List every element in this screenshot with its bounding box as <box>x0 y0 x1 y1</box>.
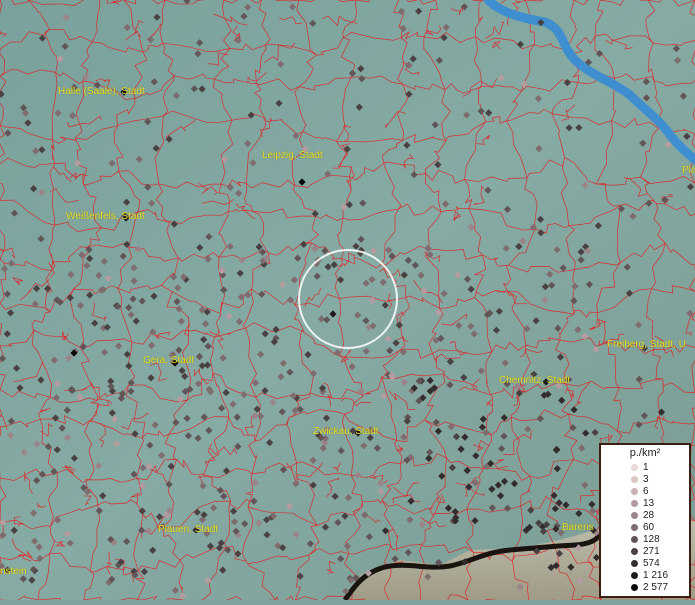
legend-item: 2 577 <box>601 582 689 594</box>
legend-label: 13 <box>643 498 655 509</box>
city-label-nstein: nstein <box>0 566 27 577</box>
city-label-chemnitz: Chemnitz, Stadt <box>499 375 571 386</box>
legend-swatch-icon <box>631 464 638 471</box>
city-label-leipzig: Leipzig, Stadt <box>262 150 323 161</box>
map[interactable]: Halle (Saale), Stadt Leipzig, Stadt Weiß… <box>0 0 695 605</box>
city-label-zwickau: Zwickau, Stadt <box>313 426 379 437</box>
legend-label: 271 <box>643 546 660 557</box>
legend-label: 128 <box>643 534 660 545</box>
legend-label: 28 <box>643 510 655 521</box>
legend-title: p./km² <box>629 447 661 459</box>
legend-label: 6 <box>643 486 649 497</box>
city-label-gera: Gera, Stadt <box>143 355 195 366</box>
legend-swatch-icon <box>631 512 638 519</box>
legend-item: 1 216 <box>601 570 689 582</box>
city-label-pla: Pla <box>682 165 695 176</box>
legend-swatch-icon <box>631 488 638 495</box>
legend-swatch-icon <box>631 584 638 591</box>
legend-items: 1 3 6 13 28 60 128 271 574 1 216 2 577 <box>601 462 689 594</box>
legend-swatch-icon <box>631 548 638 555</box>
density-legend: p./km² 1 3 6 13 28 60 128 271 574 1 216 2 577 <box>599 443 691 598</box>
legend-item: 28 <box>601 510 689 522</box>
legend-swatch-icon <box>631 572 638 579</box>
legend-label: 60 <box>643 522 655 533</box>
legend-item: 6 <box>601 486 689 498</box>
legend-label: 3 <box>643 474 649 485</box>
legend-item: 60 <box>601 522 689 534</box>
city-label-plauen: Plauen, Stadt <box>158 524 219 535</box>
legend-item: 13 <box>601 498 689 510</box>
city-label-barens: Barens <box>562 522 594 533</box>
legend-label: 574 <box>643 558 660 569</box>
legend-item: 271 <box>601 546 689 558</box>
legend-item: 1 <box>601 462 689 474</box>
legend-swatch-icon <box>631 476 638 483</box>
legend-swatch-icon <box>631 560 638 567</box>
legend-swatch-icon <box>631 500 638 507</box>
legend-swatch-icon <box>631 524 638 531</box>
city-label-weissenfels: Weißenfels, Stadt <box>66 211 145 222</box>
legend-swatch-icon <box>631 536 638 543</box>
city-label-halle: Halle (Saale), Stadt <box>58 86 145 97</box>
legend-item: 574 <box>601 558 689 570</box>
legend-item: 128 <box>601 534 689 546</box>
legend-label: 1 <box>643 462 649 473</box>
legend-item: 3 <box>601 474 689 486</box>
legend-label: 1 216 <box>643 570 669 581</box>
city-label-freiberg: Freiberg, Stadt, U <box>607 339 686 350</box>
legend-label: 2 577 <box>643 582 669 593</box>
